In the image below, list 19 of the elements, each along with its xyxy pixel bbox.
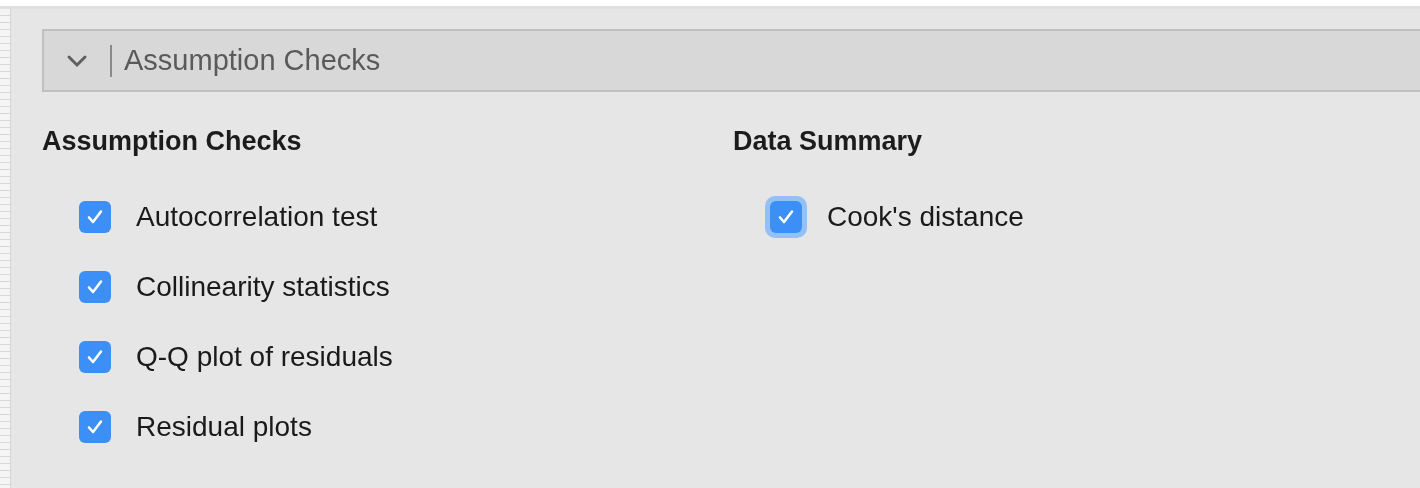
check-icon [86,279,104,295]
check-icon [86,349,104,365]
checkbox[interactable] [79,411,111,443]
check-icon [86,419,104,435]
group-title: Data Summary [733,126,924,157]
option-label: Autocorrelation test [136,201,378,233]
check-icon [777,209,795,225]
section-header[interactable]: Assumption Checks [42,29,1420,92]
checkbox[interactable] [79,341,111,373]
checkbox[interactable] [79,271,111,303]
option-label: Residual plots [136,411,312,443]
check-icon [86,209,104,225]
checkbox[interactable] [79,201,111,233]
option-label: Collinearity statistics [136,271,390,303]
section-title: Assumption Checks [124,44,381,77]
chevron-icon [66,53,88,68]
option-label: Cook's distance [827,201,1024,233]
group-title: Assumption Checks [42,126,303,157]
option-label: Q-Q plot of residuals [136,341,393,373]
